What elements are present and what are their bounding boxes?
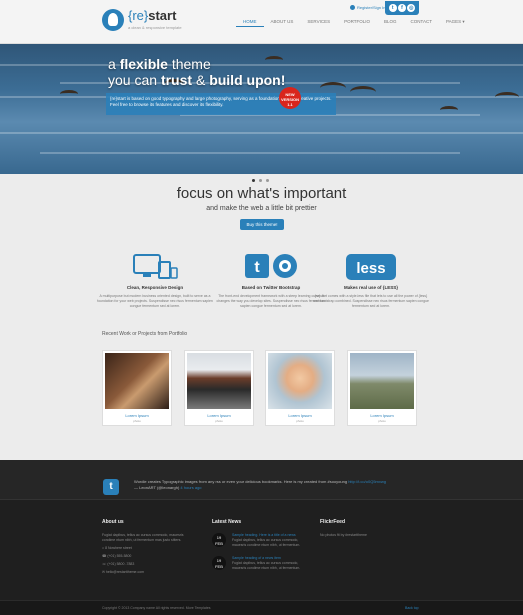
social-bar: t f ◎ bbox=[385, 1, 419, 15]
tweet-band: t Wordle creates Typographic images from… bbox=[0, 460, 523, 500]
new-version-badge: NEW VERSION 1.1 bbox=[279, 87, 301, 109]
portfolio-card[interactable]: Lorem Ipsum photo bbox=[102, 350, 172, 426]
portfolio-image bbox=[105, 353, 169, 409]
top-header: {re}start a clean & responsive template … bbox=[0, 0, 523, 44]
svg-text:t: t bbox=[254, 259, 260, 276]
logo[interactable]: {re}start bbox=[128, 8, 176, 23]
bird-image bbox=[495, 92, 519, 102]
recent-work-heading: Recent Work or Projects from Portfolio bbox=[102, 331, 188, 337]
dribbble-icon[interactable]: ◎ bbox=[407, 4, 416, 12]
less-logo-icon: less bbox=[344, 252, 398, 282]
nav-contact[interactable]: CONTACT bbox=[404, 17, 439, 27]
portfolio-card[interactable]: Lorem Ipsum photo bbox=[265, 350, 335, 426]
twitter-github-icon: t bbox=[243, 252, 299, 282]
footer-about: About us Fugiat dapibus, tellus ac cursu… bbox=[102, 519, 184, 574]
bird-image bbox=[60, 90, 78, 98]
portfolio-card[interactable]: Lorem Ipsum photo bbox=[184, 350, 254, 426]
footer-news: Latest News 19 FEB Sample heading. Here i… bbox=[212, 519, 312, 579]
news-item: 19 FEB Sample heading. Here is a title of… bbox=[212, 533, 312, 548]
footer-flickr: FlickrFeed No photos fit by #restartthem… bbox=[320, 519, 367, 537]
footer: t Wordle creates Typographic images from… bbox=[0, 460, 523, 615]
svg-text:less: less bbox=[356, 260, 385, 277]
bird-image bbox=[350, 86, 376, 98]
slider-dot[interactable] bbox=[266, 179, 269, 182]
copyright: Copyright © 2013 Company name All rights… bbox=[102, 606, 211, 610]
logo-icon[interactable] bbox=[102, 9, 124, 31]
tagline: a clean & responsive template bbox=[128, 25, 182, 30]
buy-theme-button[interactable]: Buy this theme! bbox=[240, 219, 284, 230]
nav-services[interactable]: SERVICES bbox=[300, 17, 337, 27]
intro-subheading: and make the web a little bit prettier bbox=[206, 205, 317, 212]
back-to-top-link[interactable]: Back top bbox=[405, 606, 419, 610]
feature-responsive: Clean, Responsive Design A multipurpose … bbox=[97, 252, 213, 309]
latest-tweet: Wordle creates Typographic images from a… bbox=[134, 479, 386, 490]
nav-portfolio[interactable]: PORTFOLIO bbox=[337, 17, 377, 27]
nav-about[interactable]: ABOUT US bbox=[264, 17, 301, 27]
feature-less: less Makes real use of {LESS} {re}start … bbox=[313, 252, 429, 309]
main-nav: HOME ABOUT US SERVICES PORTFOLIO BLOG CO… bbox=[236, 17, 472, 27]
slider-dot[interactable] bbox=[259, 179, 262, 182]
portfolio-image bbox=[187, 353, 251, 409]
twitter-icon[interactable]: t bbox=[388, 4, 397, 12]
devices-icon bbox=[130, 252, 180, 282]
nav-pages[interactable]: PAGES ▾ bbox=[439, 17, 472, 27]
intro-heading: focus on what's important bbox=[176, 185, 347, 202]
feature-bootstrap: t Based on Twitter Bootstrap The front-e… bbox=[213, 252, 329, 309]
portfolio-card[interactable]: Lorem Ipsum photo bbox=[347, 350, 417, 426]
news-item: 19 FEB Sample heading of a news item Fugia… bbox=[212, 556, 312, 571]
bottom-bar: Copyright © 2013 Company name All rights… bbox=[0, 600, 523, 615]
hero-description: {re}start is based on good typography an… bbox=[106, 93, 336, 115]
signin-link[interactable]: Register/Sign In bbox=[350, 5, 385, 10]
slider-dot[interactable] bbox=[252, 179, 255, 182]
hero-title: a flexible theme you can trust & build u… bbox=[108, 56, 286, 88]
bird-image bbox=[440, 106, 458, 114]
nav-blog[interactable]: BLOG bbox=[377, 17, 404, 27]
slider-dots bbox=[252, 179, 269, 182]
date-badge: 19 FEB bbox=[212, 556, 226, 570]
twitter-icon[interactable]: t bbox=[103, 479, 119, 495]
hero-slider[interactable]: a flexible theme you can trust & build u… bbox=[0, 44, 523, 174]
date-badge: 19 FEB bbox=[212, 533, 226, 547]
portfolio-image bbox=[350, 353, 414, 409]
nav-home[interactable]: HOME bbox=[236, 17, 264, 27]
portfolio-image bbox=[268, 353, 332, 409]
user-icon bbox=[350, 5, 355, 10]
facebook-icon[interactable]: f bbox=[397, 4, 406, 12]
